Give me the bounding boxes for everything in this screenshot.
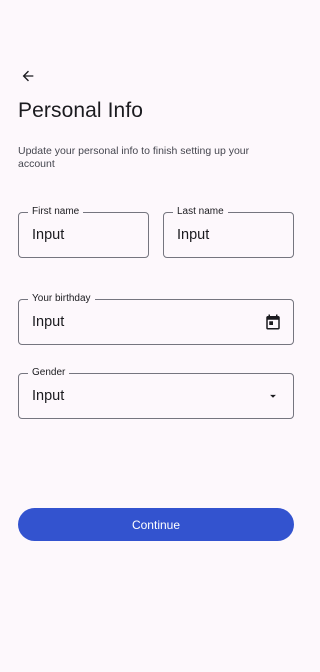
page-subtitle: Update your personal info to finish sett… xyxy=(18,145,250,170)
gender-label: Gender xyxy=(28,367,70,379)
first-name-label: First name xyxy=(28,206,84,218)
last-name-label: Last name xyxy=(173,206,228,218)
continue-button[interactable]: Continue xyxy=(18,508,294,541)
last-name-input[interactable]: Input xyxy=(177,227,209,243)
birthday-field[interactable]: Your birthday Input xyxy=(18,293,294,345)
gender-select[interactable]: Input xyxy=(32,388,64,404)
birthday-label: Your birthday xyxy=(28,293,95,305)
calendar-icon[interactable] xyxy=(263,312,283,332)
first-name-field[interactable]: First name Input xyxy=(18,206,149,258)
back-button[interactable] xyxy=(14,64,42,92)
gender-field[interactable]: Gender Input xyxy=(18,367,294,419)
page-title: Personal Info xyxy=(18,99,144,122)
first-name-input[interactable]: Input xyxy=(32,227,64,243)
dropdown-arrow-icon[interactable] xyxy=(263,386,283,406)
arrow-back-icon xyxy=(20,68,36,89)
last-name-field[interactable]: Last name Input xyxy=(163,206,294,258)
birthday-input[interactable]: Input xyxy=(32,314,64,330)
